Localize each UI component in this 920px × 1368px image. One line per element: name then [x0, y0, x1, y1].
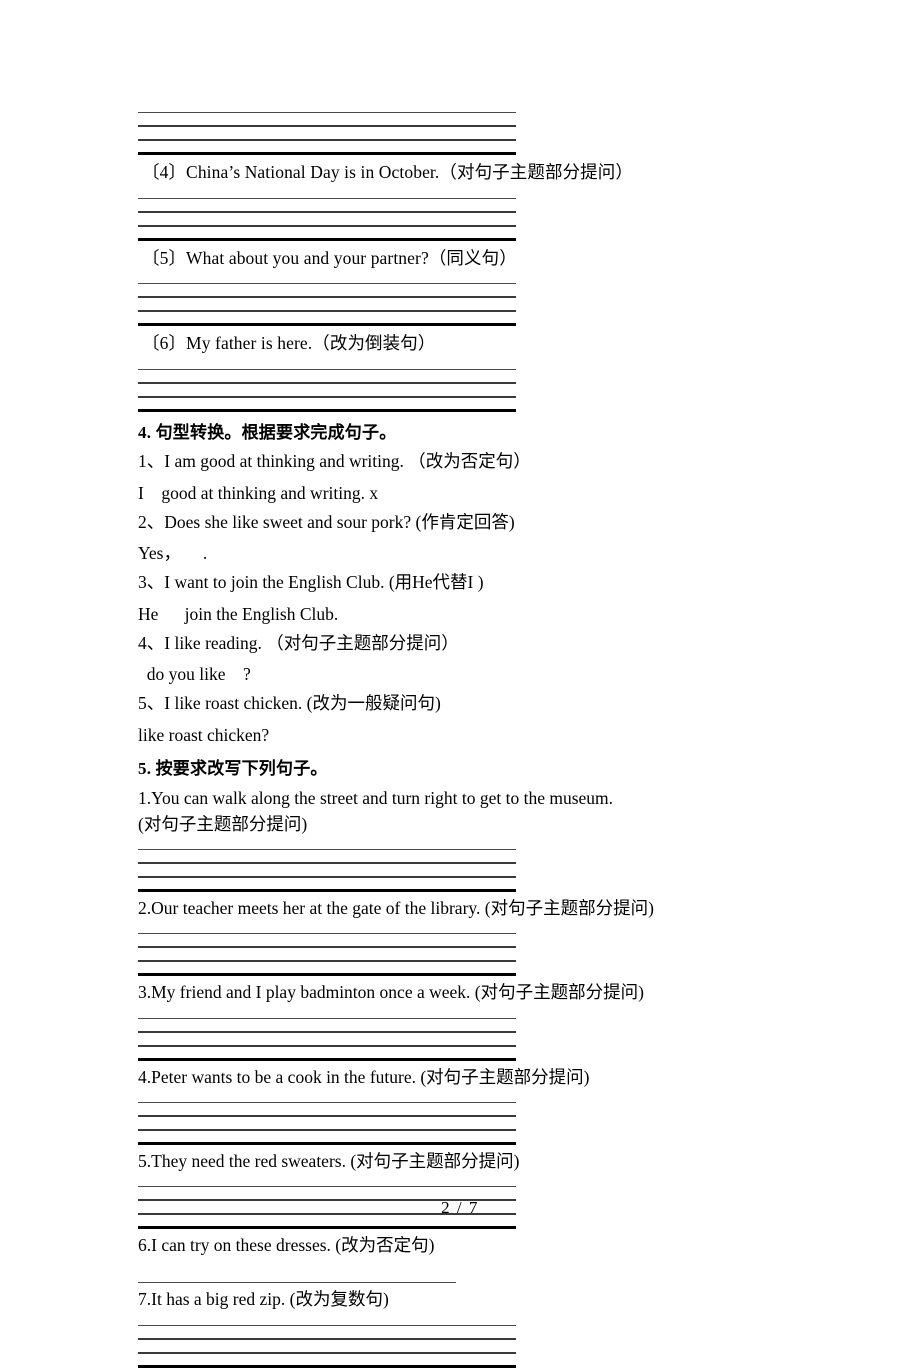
answer-rule [138, 1101, 516, 1103]
section-5-question-1: 1.You can walk along the street and turn… [138, 787, 614, 834]
section-4-prompt-4: 4、I like reading. （对句子主题部分提问） [138, 632, 459, 653]
section-4-answer-2: Yes， . [138, 543, 208, 564]
answer-lines-s5-2 [138, 933, 516, 977]
answer-lines-item-5 [138, 283, 516, 327]
answer-rule [138, 310, 516, 313]
answer-rule [138, 152, 516, 155]
section-5-question-4: 4.Peter wants to be a cook in the future… [138, 1066, 590, 1087]
answer-rule [138, 1141, 516, 1145]
answer-rule [138, 1044, 516, 1047]
question-item-6: 〔6〕My father is here.（改为倒装句） [142, 333, 436, 354]
answer-rule [138, 1282, 456, 1284]
answer-rule [138, 1128, 516, 1131]
answer-rule [138, 1324, 516, 1326]
answer-lines-carryover [138, 112, 516, 155]
section-5-question-3: 3.My friend and I play badminton once a … [138, 982, 644, 1003]
section-5-question-2: 2.Our teacher meets her at the gate of t… [138, 898, 654, 919]
answer-rule [138, 125, 516, 127]
answer-lines-s5-1 [138, 849, 516, 893]
answer-rule [138, 1351, 516, 1354]
answer-rule [138, 296, 516, 299]
section-5-heading: 5. 按要求改写下列句子。 [138, 758, 328, 778]
section-4-answer-1: I good at thinking and writing. x [138, 482, 379, 503]
section-5-question-6: 6.I can try on these dresses. (改为否定句) [138, 1235, 435, 1256]
section-5-question-5: 5.They need the red sweaters. (对句子主题部分提问… [138, 1150, 520, 1171]
answer-rule [138, 849, 516, 851]
answer-rule [138, 973, 516, 977]
answer-rule [138, 381, 516, 384]
answer-lines-s5-4 [138, 1101, 516, 1145]
answer-rule [138, 1057, 516, 1061]
answer-rule [138, 224, 516, 227]
answer-rule [138, 1030, 516, 1033]
answer-rule [138, 283, 516, 285]
answer-rule [138, 368, 516, 370]
answer-rule [138, 112, 516, 113]
section-5-question-7: 7.It has a big red zip. (改为复数句) [138, 1289, 389, 1310]
section-4-prompt-5: 5、I like roast chicken. (改为一般疑问句) [138, 693, 441, 714]
answer-rule [138, 946, 516, 949]
answer-rule [138, 1226, 516, 1230]
answer-rule [138, 197, 516, 199]
answer-rule [138, 1114, 516, 1117]
section-4-heading: 4. 句型转换。根据要求完成句子。 [138, 422, 397, 442]
section-4-prompt-1: 1、I am good at thinking and writing. （改为… [138, 451, 531, 472]
answer-lines-item-4 [138, 197, 516, 241]
answer-rule [138, 1017, 516, 1019]
answer-rule [138, 323, 516, 327]
answer-rule [138, 237, 516, 241]
answer-rule [138, 876, 516, 879]
answer-rule [138, 960, 516, 963]
section-4-answer-5: like roast chicken? [138, 724, 270, 745]
answer-lines-s5-6 [138, 1282, 456, 1284]
answer-rule [138, 1337, 516, 1340]
answer-lines-s5-7 [138, 1324, 516, 1368]
answer-rule [138, 1364, 516, 1368]
document-body: 〔4〕China’s National Day is in October.（对… [138, 100, 778, 1368]
question-item-5: 〔5〕What about you and your partner?（同义句） [142, 247, 517, 268]
section-4-prompt-3: 3、I want to join the English Club. (用He代… [138, 572, 484, 593]
answer-rule [138, 395, 516, 398]
answer-rule [138, 933, 516, 935]
section-4-answer-3: He join the English Club. [138, 603, 339, 624]
section-4-prompt-2: 2、Does she like sweet and sour pork? (作肯… [138, 511, 515, 532]
question-item-4: 〔4〕China’s National Day is in October.（对… [142, 162, 633, 182]
page-number: 2 / 7 [441, 1198, 479, 1217]
answer-rule [138, 1186, 516, 1188]
answer-rule [138, 889, 516, 893]
answer-rule [138, 139, 516, 141]
answer-lines-item-6 [138, 368, 516, 412]
answer-rule [138, 210, 516, 213]
answer-lines-s5-3 [138, 1017, 516, 1061]
worksheet-page: 〔4〕China’s National Day is in October.（对… [0, 0, 920, 1368]
answer-rule [138, 408, 516, 412]
section-4-answer-4: do you like ? [138, 664, 251, 685]
answer-rule [138, 862, 516, 865]
